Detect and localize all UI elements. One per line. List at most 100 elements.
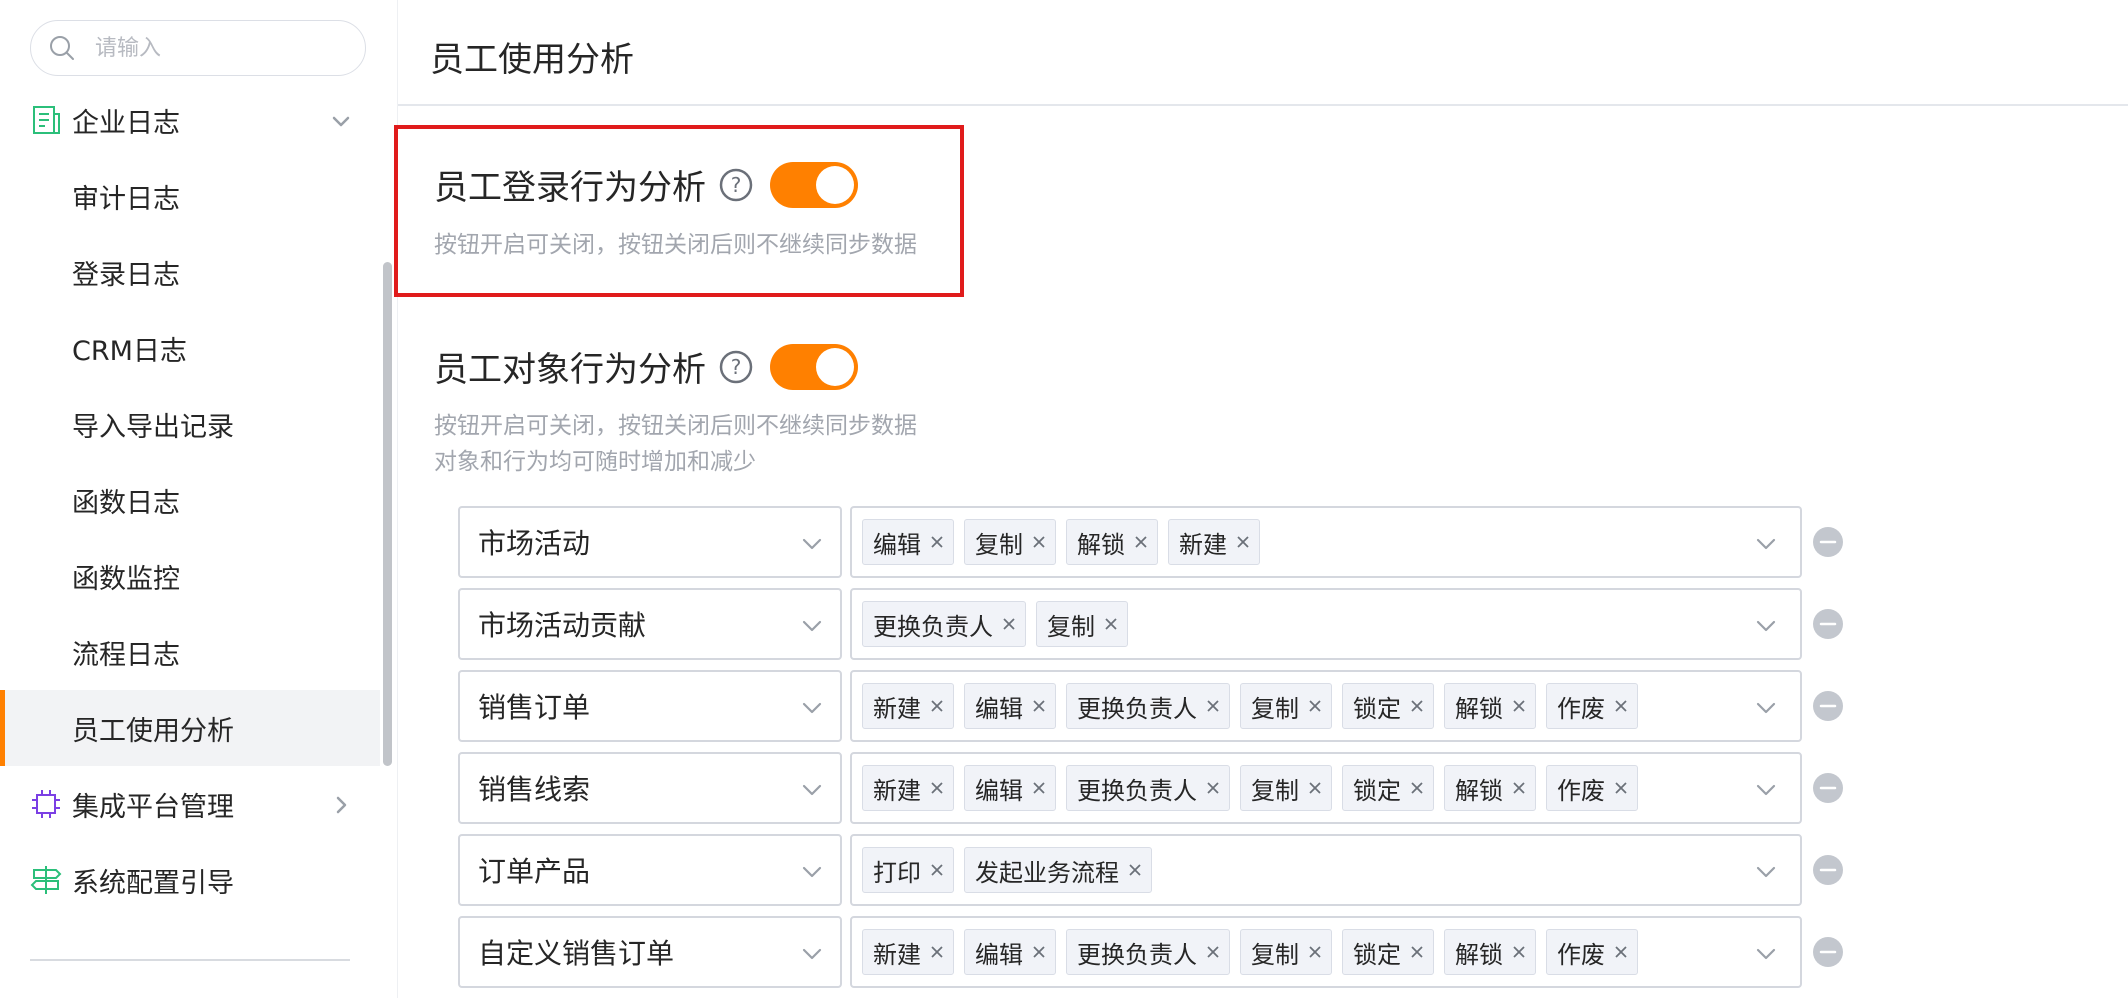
action-tag-label: 锁定 — [1353, 776, 1401, 805]
nav-group-config-guide[interactable]: 系统配置引导 — [0, 842, 380, 918]
action-tag-label: 新建 — [873, 776, 921, 805]
action-tag-label: 更换负责人 — [1077, 776, 1197, 805]
object-select[interactable]: 市场活动贡献 — [458, 588, 842, 660]
close-icon[interactable] — [929, 698, 945, 714]
action-tag: 解锁 — [1444, 929, 1536, 975]
close-icon[interactable] — [1511, 780, 1527, 796]
action-tag: 更换负责人 — [1066, 765, 1230, 811]
sidebar-item-label: 流程日志 — [72, 639, 180, 671]
actions-multiselect[interactable]: 更换负责人 复制 — [850, 588, 1802, 660]
remove-row-icon[interactable] — [1812, 936, 1844, 968]
signpost-icon — [30, 866, 62, 894]
remove-row-icon[interactable] — [1812, 772, 1844, 804]
close-icon[interactable] — [1205, 698, 1221, 714]
object-select[interactable]: 销售线索 — [458, 752, 842, 824]
close-icon[interactable] — [1205, 780, 1221, 796]
remove-row-icon[interactable] — [1812, 608, 1844, 640]
close-icon[interactable] — [1031, 534, 1047, 550]
sidebar-item-label: 员工使用分析 — [72, 715, 234, 747]
close-icon[interactable] — [1613, 698, 1629, 714]
action-tag-label: 复制 — [1251, 694, 1299, 723]
action-tag: 新建 — [1168, 519, 1260, 565]
actions-multiselect[interactable]: 打印 发起业务流程 — [850, 834, 1802, 906]
remove-row-icon[interactable] — [1812, 526, 1844, 558]
search-box[interactable] — [30, 20, 366, 76]
object-select[interactable]: 销售订单 — [458, 670, 842, 742]
close-icon[interactable] — [1133, 534, 1149, 550]
action-tag: 作废 — [1546, 929, 1638, 975]
actions-multiselect[interactable]: 新建 编辑 更换负责人 复制 锁定 解锁 作废 — [850, 916, 1802, 988]
login-analysis-toggle[interactable] — [770, 161, 858, 208]
remove-row-icon[interactable] — [1812, 854, 1844, 886]
action-tag-label: 锁定 — [1353, 694, 1401, 723]
sidebar-item-import-export[interactable]: 导入导出记录 — [0, 386, 380, 462]
close-icon[interactable] — [1031, 698, 1047, 714]
sidebar-item-label: 审计日志 — [72, 183, 180, 215]
search-input[interactable] — [93, 34, 323, 62]
object-row: 销售线索 新建 编辑 更换负责人 复制 锁定 解锁 作废 — [458, 752, 1848, 824]
chevron-down-icon — [1756, 538, 1776, 550]
object-section-header: 员工对象行为分析 ? — [434, 342, 858, 391]
sidebar-item-crm-log[interactable]: CRM日志 — [0, 310, 380, 386]
actions-multiselect[interactable]: 新建 编辑 更换负责人 复制 锁定 解锁 作废 — [850, 670, 1802, 742]
close-icon[interactable] — [1031, 780, 1047, 796]
sidebar-item-flow-log[interactable]: 流程日志 — [0, 614, 380, 690]
close-icon[interactable] — [1409, 780, 1425, 796]
action-tag: 打印 — [862, 847, 954, 893]
close-icon[interactable] — [1511, 698, 1527, 714]
sidebar-item-login-log[interactable]: 登录日志 — [0, 234, 380, 310]
chevron-down-icon — [802, 948, 822, 960]
close-icon[interactable] — [1235, 534, 1251, 550]
close-icon[interactable] — [1409, 944, 1425, 960]
object-select[interactable]: 订单产品 — [458, 834, 842, 906]
close-icon[interactable] — [929, 780, 945, 796]
close-icon[interactable] — [1103, 616, 1119, 632]
close-icon[interactable] — [1001, 616, 1017, 632]
object-analysis-toggle[interactable] — [770, 343, 858, 390]
help-icon[interactable]: ? — [718, 349, 754, 385]
sidebar-item-function-log[interactable]: 函数日志 — [0, 462, 380, 538]
close-icon[interactable] — [1511, 944, 1527, 960]
sidebar-item-employee-usage[interactable]: 员工使用分析 — [0, 690, 380, 766]
object-select-value: 订单产品 — [478, 855, 591, 888]
close-icon[interactable] — [929, 944, 945, 960]
remove-row-icon[interactable] — [1812, 690, 1844, 722]
object-select[interactable]: 市场活动 — [458, 506, 842, 578]
close-icon[interactable] — [1409, 698, 1425, 714]
object-select[interactable]: 自定义销售订单 — [458, 916, 842, 988]
chevron-down-icon — [1756, 866, 1776, 878]
sidebar-item-function-monitor[interactable]: 函数监控 — [0, 538, 380, 614]
close-icon[interactable] — [1307, 944, 1323, 960]
nav-group-integration[interactable]: 集成平台管理 — [0, 766, 380, 842]
close-icon[interactable] — [1613, 944, 1629, 960]
action-tag: 解锁 — [1066, 519, 1158, 565]
action-tag-label: 解锁 — [1077, 530, 1125, 559]
action-tag-label: 作废 — [1557, 694, 1605, 723]
svg-text:?: ? — [731, 173, 742, 197]
close-icon[interactable] — [1031, 944, 1047, 960]
close-icon[interactable] — [929, 862, 945, 878]
close-icon[interactable] — [1613, 780, 1629, 796]
chevron-down-icon — [802, 784, 822, 796]
close-icon[interactable] — [1205, 944, 1221, 960]
action-tag: 复制 — [1240, 683, 1332, 729]
chevron-down-icon — [1756, 948, 1776, 960]
action-tag-label: 编辑 — [873, 530, 921, 559]
action-tag-label: 新建 — [873, 940, 921, 969]
close-icon[interactable] — [1307, 698, 1323, 714]
close-icon[interactable] — [1127, 862, 1143, 878]
close-icon[interactable] — [929, 534, 945, 550]
sidebar-scrollbar[interactable] — [383, 262, 392, 766]
close-icon[interactable] — [1307, 780, 1323, 796]
actions-multiselect[interactable]: 新建 编辑 更换负责人 复制 锁定 解锁 作废 — [850, 752, 1802, 824]
sidebar-item-label: 登录日志 — [72, 259, 180, 291]
object-section-title: 员工对象行为分析 — [434, 350, 706, 390]
action-tag-label: 新建 — [873, 694, 921, 723]
sidebar-item-audit-log[interactable]: 审计日志 — [0, 158, 380, 234]
object-section-desc-1: 按钮开启可关闭，按钮关闭后则不继续同步数据 — [434, 413, 917, 439]
actions-multiselect[interactable]: 编辑 复制 解锁 新建 — [850, 506, 1802, 578]
nav-group-enterprise-log[interactable]: 企业日志 — [0, 82, 380, 158]
help-icon[interactable]: ? — [718, 167, 754, 203]
sidebar-item-label: CRM日志 — [72, 335, 187, 367]
nav-group-label: 集成平台管理 — [72, 791, 234, 823]
